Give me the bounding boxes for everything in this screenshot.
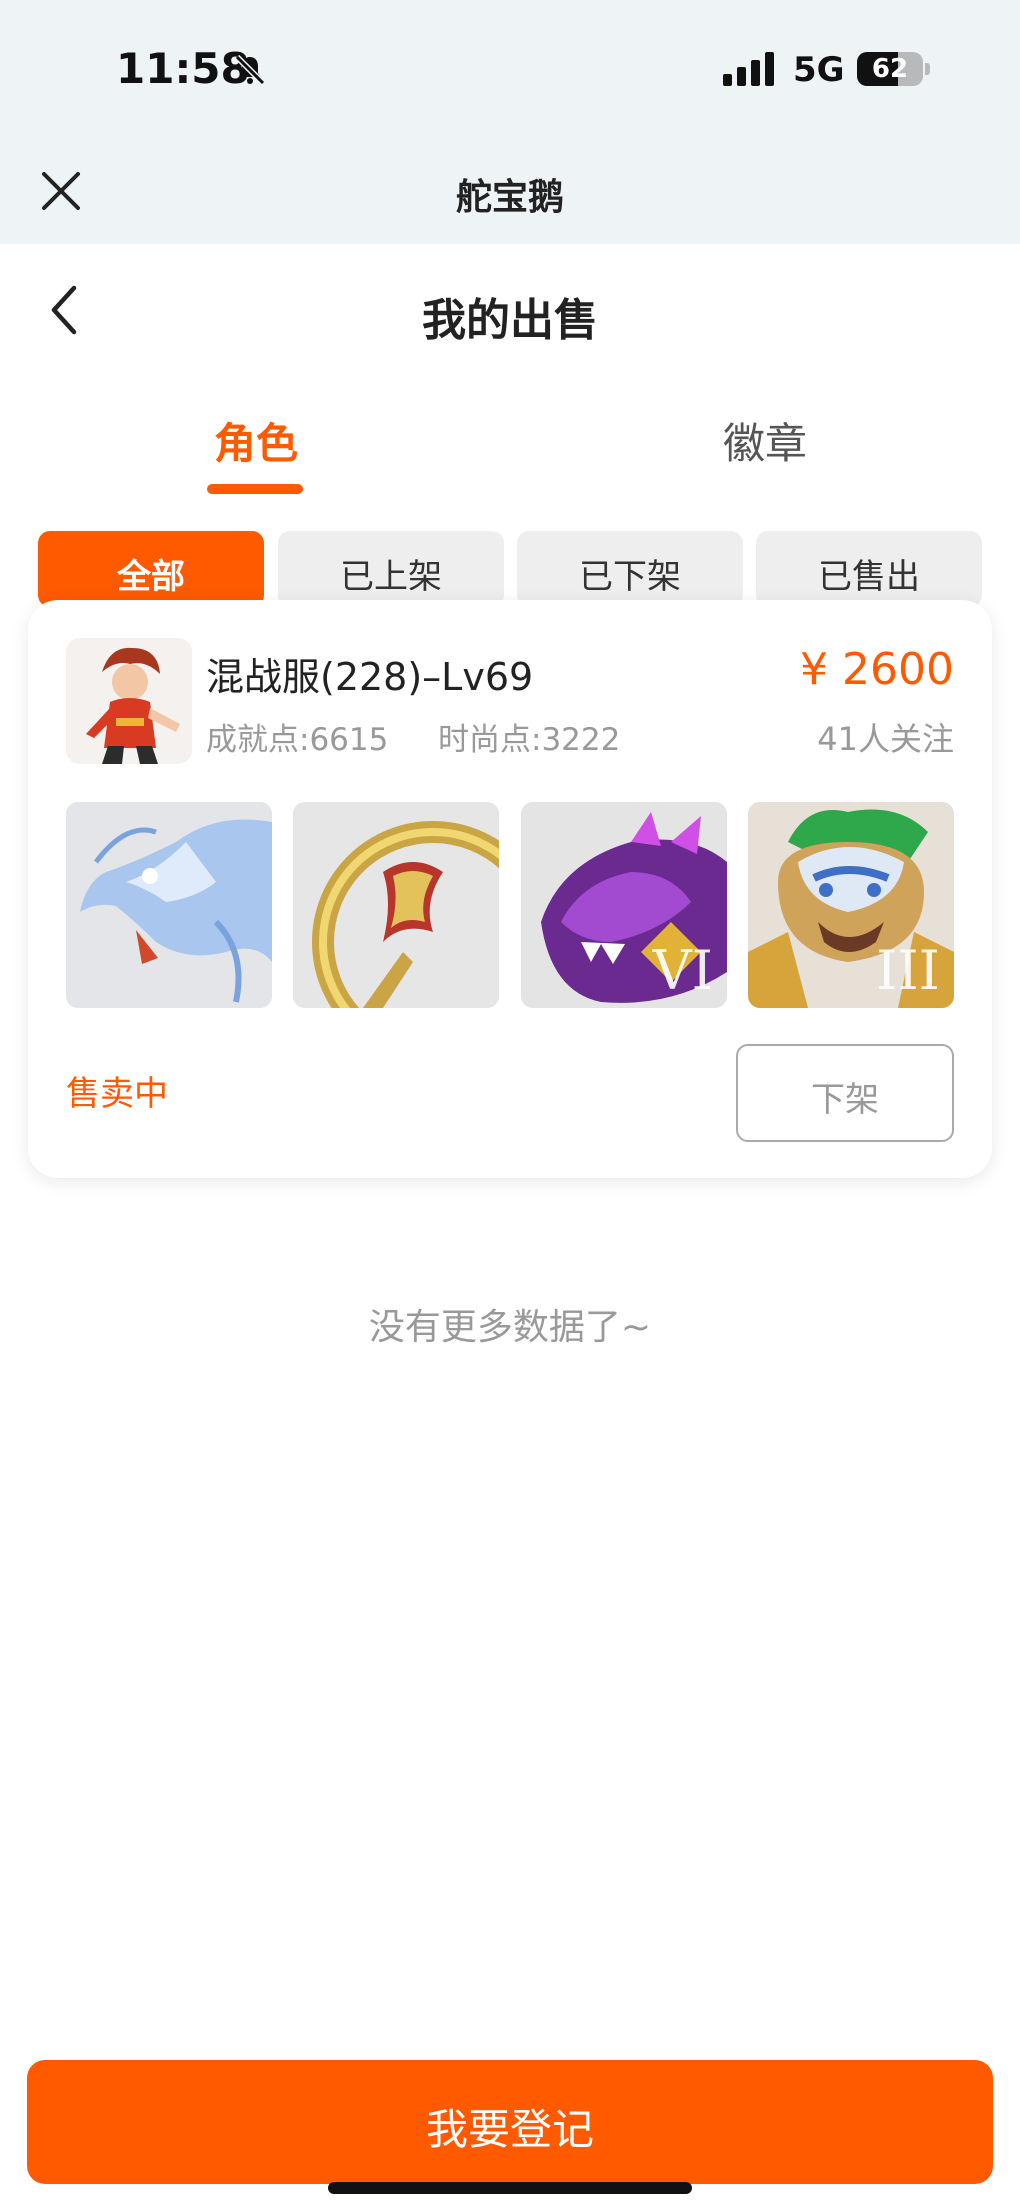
lion-mask-icon[interactable]: III: [748, 802, 954, 1008]
ice-dragon-icon[interactable]: [66, 802, 272, 1008]
character-name: 混战服(228)–Lv69: [206, 655, 534, 699]
golden-ring-icon[interactable]: [293, 802, 499, 1008]
sale-status: 售卖中: [66, 1074, 168, 1114]
price: ¥ 2600: [800, 644, 954, 695]
battery-icon: 62: [857, 52, 930, 86]
active-tab-indicator: [207, 484, 303, 494]
register-button[interactable]: 我要登记: [27, 2060, 993, 2184]
tab-role[interactable]: 角色: [156, 410, 356, 471]
tier-label: VI: [652, 939, 713, 1002]
filter-all[interactable]: 全部: [38, 531, 264, 607]
filter-listed[interactable]: 已上架: [278, 531, 504, 607]
network-label: 5G: [793, 50, 845, 90]
mini-app-title: 舵宝鹅: [455, 177, 564, 218]
status-time: 11:58: [116, 44, 250, 93]
tier-label: III: [876, 939, 940, 1002]
no-more-data-text: 没有更多数据了~: [368, 1307, 652, 1348]
fashion-points: 时尚点:3222: [438, 722, 621, 758]
follower-count: 41人关注: [817, 720, 954, 758]
tab-badge[interactable]: 徽章: [665, 410, 865, 471]
delist-button[interactable]: 下架: [736, 1044, 954, 1142]
bell-muted-icon: [234, 54, 266, 86]
filter-delisted[interactable]: 已下架: [517, 531, 743, 607]
character-avatar: [66, 638, 192, 764]
achievement-points: 成就点:6615: [206, 722, 389, 758]
filter-sold[interactable]: 已售出: [756, 531, 982, 607]
page-title: 我的出售: [422, 295, 598, 346]
signal-icon: [723, 52, 774, 86]
listing-card[interactable]: 混战服(228)–Lv69 成就点:6615 时尚点:3222 ¥ 2600 4…: [28, 600, 992, 1178]
battery-percent: 62: [871, 54, 909, 84]
purple-beast-icon[interactable]: VI: [521, 802, 727, 1008]
home-indicator: [328, 2182, 692, 2194]
